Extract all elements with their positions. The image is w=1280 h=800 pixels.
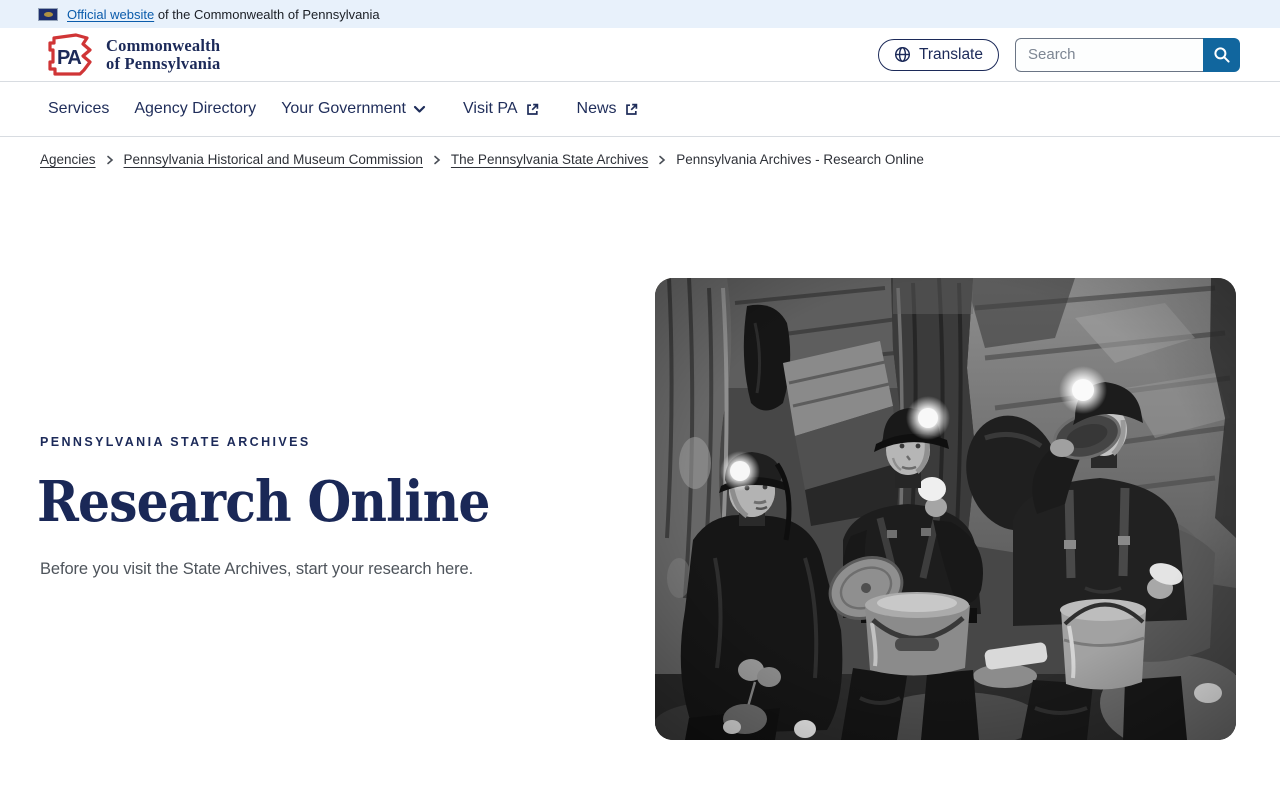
pa-logo[interactable]: PA Commonwealth of Pennsylvania: [40, 31, 220, 79]
keystone-icon: PA: [48, 32, 92, 76]
search-icon: [1213, 46, 1230, 63]
archives-photo: [655, 278, 1236, 740]
search-input[interactable]: [1015, 37, 1203, 72]
search-button[interactable]: [1203, 37, 1240, 72]
official-banner: Official website of the Commonwealth of …: [0, 0, 1280, 28]
nav-item-visit-pa[interactable]: Visit PA: [463, 100, 540, 118]
hero-section: PENNSYLVANIA STATE ARCHIVES Research Onl…: [0, 167, 1280, 800]
breadcrumb: Agencies Pennsylvania Historical and Mus…: [0, 137, 1280, 167]
nav-item-agency-directory[interactable]: Agency Directory: [134, 100, 256, 118]
breadcrumb-state-archives[interactable]: The Pennsylvania State Archives: [451, 152, 648, 167]
primary-nav: Services Agency Directory Your Governmen…: [0, 82, 1280, 137]
translate-button[interactable]: Translate: [877, 38, 999, 71]
nav-item-your-government[interactable]: Your Government: [281, 100, 426, 118]
nav-item-news[interactable]: News: [577, 100, 639, 118]
page-title: Research Online: [37, 469, 490, 535]
site-header: PA Commonwealth of Pennsylvania Translat…: [0, 28, 1280, 82]
external-link-icon: [526, 103, 538, 115]
globe-icon: [894, 46, 910, 63]
breadcrumb-agencies[interactable]: Agencies: [40, 152, 96, 167]
svg-text:PA: PA: [57, 47, 81, 69]
breadcrumb-phmc[interactable]: Pennsylvania Historical and Museum Commi…: [124, 152, 423, 167]
chevron-right-icon: [658, 155, 666, 165]
hero-eyebrow: PENNSYLVANIA STATE ARCHIVES: [40, 435, 311, 449]
official-website-link[interactable]: Official website: [67, 7, 154, 22]
external-link-icon: [625, 103, 637, 115]
chevron-right-icon: [106, 155, 114, 165]
banner-text: of the Commonwealth of Pennsylvania: [157, 6, 380, 22]
nav-item-services[interactable]: Services: [48, 100, 109, 118]
logo-wordmark: Commonwealth of Pennsylvania: [106, 36, 221, 73]
pennsylvania-flag-icon: [38, 7, 58, 21]
hero-subtitle: Before you visit the State Archives, sta…: [40, 560, 474, 578]
chevron-right-icon: [433, 155, 441, 165]
chevron-down-icon: [413, 105, 426, 113]
site-search: [1015, 37, 1240, 72]
breadcrumb-current-page: Pennsylvania Archives - Research Online: [676, 152, 924, 167]
